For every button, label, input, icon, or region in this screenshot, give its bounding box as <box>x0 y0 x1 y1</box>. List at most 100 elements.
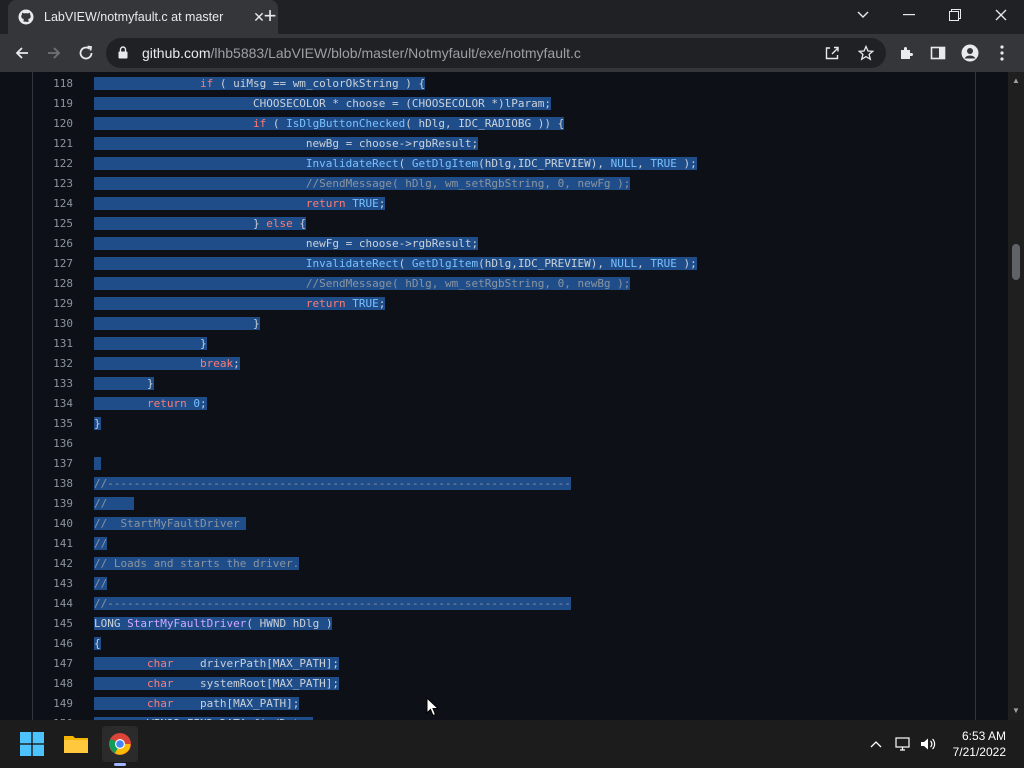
github-icon <box>18 9 34 25</box>
line-number[interactable]: 123 <box>33 174 73 194</box>
line-number[interactable]: 120 <box>33 114 73 134</box>
scrollbar-thumb[interactable] <box>1012 244 1020 280</box>
code-text[interactable]: // StartMyFaultDriver <box>94 514 247 534</box>
code-text[interactable]: InvalidateRect( GetDlgItem(hDlg,IDC_PREV… <box>94 154 697 174</box>
code-line: 132 break; <box>33 354 973 374</box>
line-number[interactable]: 147 <box>33 654 73 674</box>
folder-icon <box>64 736 88 753</box>
line-number[interactable]: 134 <box>33 394 73 414</box>
page-scrollbar[interactable]: ▲ ▼ <box>1008 72 1024 720</box>
code-line: 136 <box>33 434 973 454</box>
back-button[interactable] <box>8 39 36 67</box>
line-number[interactable]: 135 <box>33 414 73 434</box>
code-text[interactable]: if ( uiMsg == wm_colorOkString ) { <box>94 74 426 94</box>
line-number[interactable]: 127 <box>33 254 73 274</box>
code-text[interactable]: char path[MAX_PATH]; <box>94 694 300 714</box>
code-text[interactable]: // <box>94 574 108 594</box>
volume-icon[interactable] <box>918 734 938 754</box>
line-number[interactable]: 119 <box>33 94 73 114</box>
code-text[interactable]: // Loads and starts the driver. <box>94 554 300 574</box>
code-text[interactable] <box>94 454 101 474</box>
line-number[interactable]: 149 <box>33 694 73 714</box>
line-number[interactable]: 124 <box>33 194 73 214</box>
code-text[interactable]: //SendMessage( hDlg, wm_setRgbString, 0,… <box>94 174 631 194</box>
side-panel-icon[interactable] <box>928 43 948 63</box>
code-text[interactable]: return 0; <box>94 394 207 414</box>
scroll-up-icon[interactable]: ▲ <box>1012 76 1020 85</box>
line-number[interactable]: 139 <box>33 494 73 514</box>
line-number[interactable]: 125 <box>33 214 73 234</box>
line-number[interactable]: 130 <box>33 314 73 334</box>
code-text[interactable]: return TRUE; <box>94 294 386 314</box>
line-number[interactable]: 122 <box>33 154 73 174</box>
line-number[interactable]: 143 <box>33 574 73 594</box>
bookmark-star-icon[interactable] <box>856 43 876 63</box>
code-text[interactable]: newFg = choose->rgbResult; <box>94 234 479 254</box>
minimize-button[interactable] <box>886 0 932 30</box>
file-explorer-button[interactable] <box>58 726 94 762</box>
chrome-taskbar-button[interactable] <box>102 726 138 762</box>
share-icon[interactable] <box>822 43 842 63</box>
code-text[interactable]: } else { <box>94 214 306 234</box>
windows-start-button[interactable] <box>14 726 50 762</box>
line-number[interactable]: 131 <box>33 334 73 354</box>
code-line: 148 char systemRoot[MAX_PATH]; <box>33 674 973 694</box>
code-text[interactable]: return TRUE; <box>94 194 386 214</box>
line-number[interactable]: 129 <box>33 294 73 314</box>
forward-button[interactable] <box>40 39 68 67</box>
chrome-menu-icon[interactable] <box>992 43 1012 63</box>
scroll-down-icon[interactable]: ▼ <box>1012 706 1020 715</box>
show-hidden-icons-chevron-icon[interactable] <box>866 734 886 754</box>
line-number[interactable]: 121 <box>33 134 73 154</box>
code-text[interactable]: } <box>94 414 101 434</box>
restore-button[interactable] <box>932 0 978 30</box>
code-text[interactable]: InvalidateRect( GetDlgItem(hDlg,IDC_PREV… <box>94 254 697 274</box>
taskbar-clock[interactable]: 6:53 AM 7/21/2022 <box>953 728 1006 760</box>
line-number[interactable]: 141 <box>33 534 73 554</box>
extensions-icon[interactable] <box>896 43 916 63</box>
line-number[interactable]: 118 <box>33 74 73 94</box>
code-text[interactable]: } <box>94 334 207 354</box>
code-text[interactable]: { <box>94 634 101 654</box>
code-text[interactable]: if ( IsDlgButtonChecked( hDlg, IDC_RADIO… <box>94 114 565 134</box>
code-line: 119 CHOOSECOLOR * choose = (CHOOSECOLOR … <box>33 94 973 114</box>
line-number[interactable]: 133 <box>33 374 73 394</box>
code-text[interactable]: } <box>94 374 154 394</box>
code-text[interactable]: break; <box>94 354 240 374</box>
code-line: 127 InvalidateRect( GetDlgItem(hDlg,IDC_… <box>33 254 973 274</box>
code-text[interactable]: LONG StartMyFaultDriver( HWND hDlg ) <box>94 614 333 634</box>
line-number[interactable]: 128 <box>33 274 73 294</box>
network-icon[interactable] <box>894 734 914 754</box>
lock-icon[interactable] <box>118 46 128 59</box>
line-number[interactable]: 142 <box>33 554 73 574</box>
code-text[interactable]: newBg = choose->rgbResult; <box>94 134 479 154</box>
code-text[interactable]: char driverPath[MAX_PATH]; <box>94 654 340 674</box>
line-number[interactable]: 136 <box>33 434 73 454</box>
line-number[interactable]: 138 <box>33 474 73 494</box>
code-line: 118 if ( uiMsg == wm_colorOkString ) { <box>33 74 973 94</box>
code-text[interactable]: //SendMessage( hDlg, wm_setRgbString, 0,… <box>94 274 631 294</box>
line-number[interactable]: 132 <box>33 354 73 374</box>
code-text[interactable]: // <box>94 534 108 554</box>
new-tab-button[interactable]: + <box>258 5 282 29</box>
tab-search-icon[interactable] <box>840 0 886 30</box>
code-text[interactable]: CHOOSECOLOR * choose = (CHOOSECOLOR *)lP… <box>94 94 551 114</box>
code-text[interactable]: // <box>94 494 134 514</box>
code-text[interactable]: //--------------------------------------… <box>94 594 571 614</box>
reload-button[interactable] <box>72 39 100 67</box>
address-bar[interactable]: github.com/lhb5883/LabVIEW/blob/master/N… <box>106 38 886 68</box>
line-number[interactable]: 145 <box>33 614 73 634</box>
line-number[interactable]: 146 <box>33 634 73 654</box>
line-number[interactable]: 126 <box>33 234 73 254</box>
line-number[interactable]: 137 <box>33 454 73 474</box>
code-text[interactable]: char systemRoot[MAX_PATH]; <box>94 674 340 694</box>
line-number[interactable]: 144 <box>33 594 73 614</box>
code-text[interactable]: //--------------------------------------… <box>94 474 571 494</box>
browser-tab[interactable]: LabVIEW/notmyfault.c at master ✕ <box>8 0 278 34</box>
line-number[interactable]: 148 <box>33 674 73 694</box>
close-window-button[interactable] <box>978 0 1024 30</box>
code-text[interactable]: } <box>94 314 260 334</box>
line-number[interactable]: 140 <box>33 514 73 534</box>
page-content: 118 if ( uiMsg == wm_colorOkString ) {11… <box>0 72 1024 720</box>
profile-avatar-icon[interactable] <box>960 43 980 63</box>
